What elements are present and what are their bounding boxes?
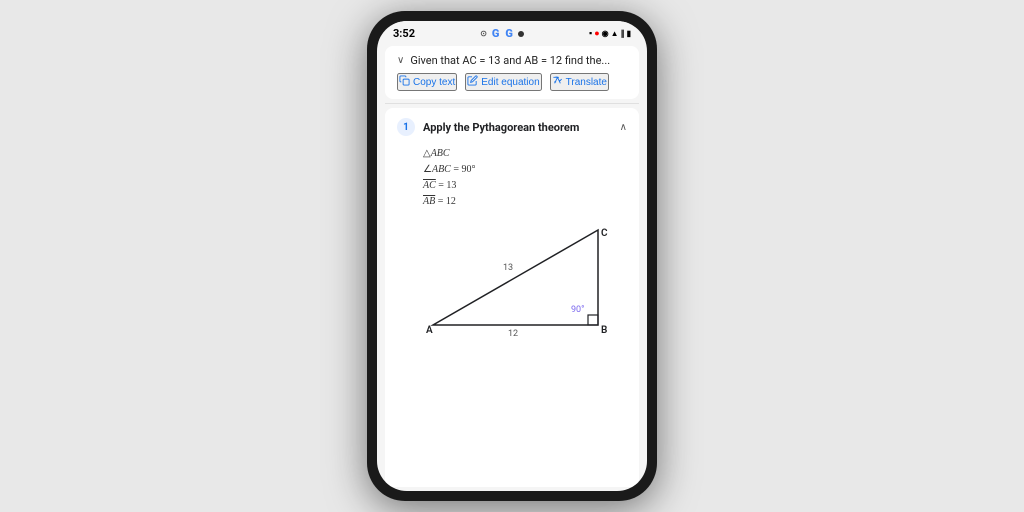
- action-buttons-row: Copy text Edit equation: [397, 73, 627, 95]
- vertex-a-label: A: [426, 325, 433, 336]
- status-right-icons: ▪ ● ◉ ▲ ∥ ▮: [589, 28, 631, 39]
- ab-label: AB: [423, 196, 435, 207]
- google-g-icon: G: [492, 27, 500, 40]
- query-text: Given that AC = 13 and AB = 12 find the.…: [410, 54, 610, 67]
- collapse-icon[interactable]: ∧: [620, 122, 627, 133]
- angle-equation: ∠ABC = 90°: [423, 162, 627, 178]
- copy-icon: [399, 75, 410, 89]
- notification-icon: ●: [594, 28, 599, 39]
- dot-icon: [518, 31, 524, 37]
- settings-icon: ⊙: [480, 29, 487, 38]
- triangle-notation: △ABC: [423, 146, 627, 162]
- step-number: 1: [397, 118, 415, 136]
- main-content: 1 Apply the Pythagorean theorem ∧ △ABC ∠…: [385, 108, 639, 487]
- wifi-icon: ∥: [621, 29, 625, 38]
- vertex-c-label: C: [601, 228, 608, 239]
- ac-equation: AC = 13: [423, 178, 627, 194]
- translate-label: Translate: [566, 77, 607, 88]
- step-title: Apply the Pythagorean theorem: [423, 121, 579, 134]
- ab-equation: AB = 12: [423, 194, 627, 210]
- step-header: 1 Apply the Pythagorean theorem ∧: [397, 118, 627, 136]
- copy-text-button[interactable]: Copy text: [397, 73, 457, 91]
- math-content: △ABC ∠ABC = 90° AC = 13 AB = 12: [423, 146, 627, 210]
- edit-icon: [467, 75, 478, 89]
- battery-icon: ▪: [589, 28, 592, 39]
- edit-equation-label: Edit equation: [481, 77, 539, 88]
- search-area: ∨ Given that AC = 13 and AB = 12 find th…: [385, 46, 639, 99]
- translate-icon: [552, 75, 563, 89]
- ac-label: AC: [423, 180, 436, 191]
- edit-equation-button[interactable]: Edit equation: [465, 73, 541, 91]
- step-left: 1 Apply the Pythagorean theorem: [397, 118, 579, 136]
- chevron-down-icon[interactable]: ∨: [397, 55, 404, 66]
- battery-full-icon: ▮: [627, 29, 631, 38]
- triangle-diagram: A B C 13 12 90°: [423, 220, 627, 344]
- right-angle-indicator: [588, 315, 598, 325]
- copy-text-label: Copy text: [413, 77, 455, 88]
- status-center-icons: ⊙ G G: [480, 27, 524, 40]
- search-query[interactable]: ∨ Given that AC = 13 and AB = 12 find th…: [397, 54, 627, 67]
- phone-screen: 3:52 ⊙ G G ▪ ● ◉ ▲ ∥ ▮ ∨ Given that AC =…: [377, 21, 647, 491]
- divider: [385, 103, 639, 104]
- triangle-svg: A B C 13 12 90°: [423, 220, 623, 340]
- google-g2-icon: G: [505, 27, 513, 40]
- status-bar: 3:52 ⊙ G G ▪ ● ◉ ▲ ∥ ▮: [377, 21, 647, 42]
- phone-frame: 3:52 ⊙ G G ▪ ● ◉ ▲ ∥ ▮ ∨ Given that AC =…: [367, 11, 657, 501]
- translate-button[interactable]: Translate: [550, 73, 609, 91]
- side-ab-label: 12: [508, 329, 518, 339]
- status-time: 3:52: [393, 27, 415, 40]
- angle-label: 90°: [571, 305, 584, 315]
- vertex-b-label: B: [601, 325, 607, 336]
- location-icon: ◉: [602, 29, 609, 38]
- side-ac-label: 13: [503, 263, 513, 273]
- signal-icon: ▲: [611, 29, 619, 38]
